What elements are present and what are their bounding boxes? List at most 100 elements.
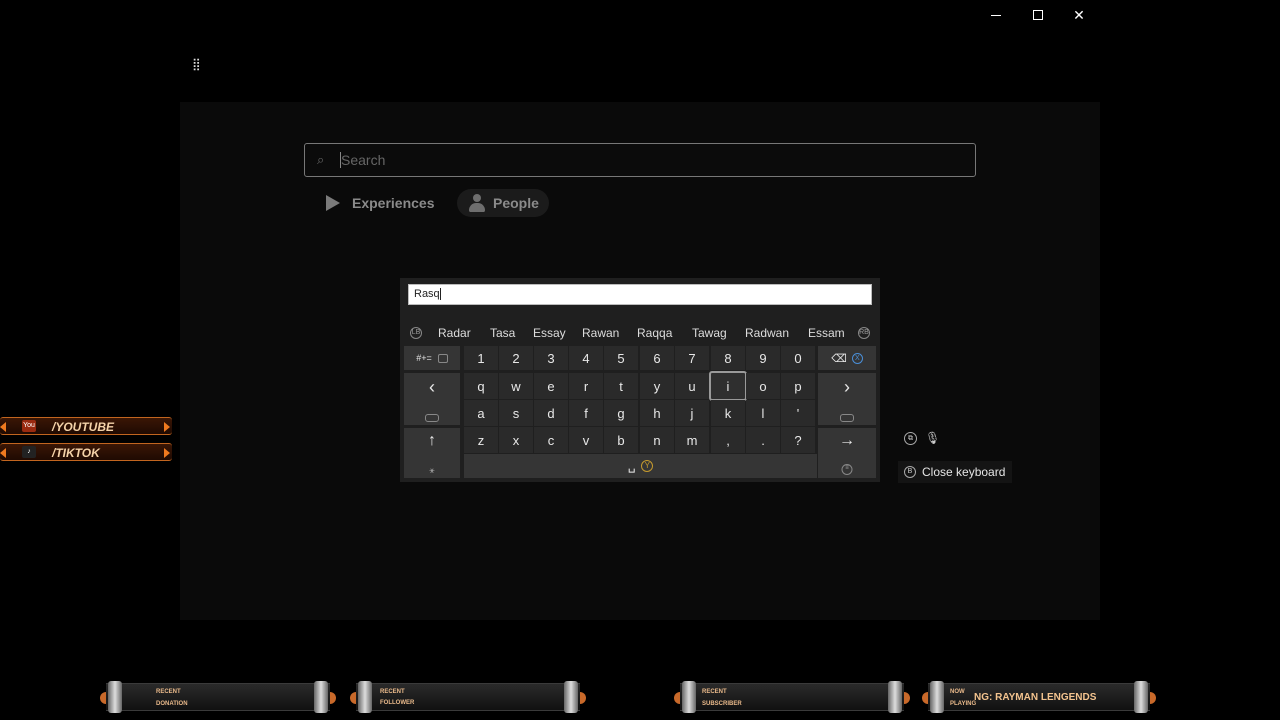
key-r[interactable]: r (569, 373, 603, 399)
key-1[interactable]: 1 (464, 346, 498, 370)
bar-cap-icon (682, 681, 696, 713)
backspace-key[interactable]: ⌫ X (818, 346, 876, 370)
key-v[interactable]: v (569, 427, 603, 453)
key-comma[interactable]: , (711, 427, 745, 453)
key-k[interactable]: k (711, 400, 745, 426)
bar-label-line1: RECENT (702, 689, 727, 695)
enter-key[interactable]: → ≡ (818, 428, 876, 478)
bar-label-line1: RECENT (156, 689, 181, 695)
bar-cap-icon (358, 681, 372, 713)
lt-hint-icon (437, 353, 448, 363)
bar-cap-icon (108, 681, 122, 713)
key-p[interactable]: p (781, 373, 815, 399)
key-i[interactable]: i (709, 371, 747, 401)
key-y[interactable]: y (640, 373, 674, 399)
close-button[interactable]: ✕ (1059, 4, 1099, 26)
key-question[interactable]: ? (781, 427, 815, 453)
tab-people[interactable]: People (457, 189, 549, 217)
key-b[interactable]: b (604, 427, 638, 453)
suggestion-next-icon[interactable]: RB (858, 327, 870, 339)
key-period[interactable]: . (746, 427, 780, 453)
suggestion-item[interactable]: Essay (533, 326, 566, 340)
close-icon: ✕ (1073, 7, 1085, 23)
suggestion-item[interactable]: Radar (438, 326, 471, 340)
key-4[interactable]: 4 (569, 346, 603, 370)
backspace-icon: ⌫ (831, 352, 847, 365)
key-d[interactable]: d (534, 400, 568, 426)
microphone-icon[interactable]: 🎙 (925, 431, 940, 445)
lb-hint-icon (425, 414, 439, 422)
bar-cap-icon (888, 681, 902, 713)
key-j[interactable]: j (675, 400, 709, 426)
key-8[interactable]: 8 (711, 346, 745, 370)
cursor-right-key[interactable]: › (818, 373, 876, 425)
menu-grid-icon[interactable]: ⣿ (192, 57, 204, 71)
symbols-key[interactable]: #+= (404, 346, 460, 370)
keyboard-text-field[interactable]: Rasq (408, 284, 872, 305)
key-w[interactable]: w (499, 373, 533, 399)
bar-label-line2: FOLLOWER (380, 700, 415, 706)
suggestion-item[interactable]: Tawag (692, 326, 727, 340)
search-input[interactable] (341, 150, 941, 170)
youtube-label: /YOUTUBE (52, 420, 115, 434)
suggestion-prev-icon[interactable]: LB (410, 327, 422, 339)
close-keyboard-button[interactable]: B Close keyboard (898, 461, 1012, 483)
suggestion-item[interactable]: Rawan (582, 326, 619, 340)
chevron-left-icon: ‹ (429, 377, 435, 397)
key-q[interactable]: q (464, 373, 498, 399)
tab-experiences[interactable]: Experiences (320, 189, 440, 217)
key-0[interactable]: 0 (781, 346, 815, 370)
key-apostrophe[interactable]: ' (781, 400, 815, 426)
on-screen-keyboard: Rasq LB Radar Tasa Essay Rawan Raqqa Taw… (400, 278, 880, 482)
bar-cap-icon (930, 681, 944, 713)
key-u[interactable]: u (675, 373, 709, 399)
view-button-icon[interactable]: ⧉ (904, 431, 917, 445)
now-playing-value: NG: RAYMAN LENGENDS (974, 692, 1097, 703)
key-5[interactable]: 5 (604, 346, 638, 370)
suggestion-item[interactable]: Raqqa (637, 326, 672, 340)
search-bar[interactable]: ⌕ (304, 143, 976, 177)
bar-label-line1: RECENT (380, 689, 405, 695)
x-button-hint-icon: X (851, 352, 863, 364)
app-header: ⣿ (180, 30, 1100, 102)
key-l[interactable]: l (746, 400, 780, 426)
bar-cap-icon (1134, 681, 1148, 713)
shift-key[interactable]: ↑ ⚹ (404, 428, 460, 478)
tiktok-logo-icon: ♪ (22, 446, 36, 458)
suggestion-item[interactable]: Tasa (490, 326, 515, 340)
arrow-left-icon (0, 422, 6, 432)
key-z[interactable]: z (464, 427, 498, 453)
maximize-button[interactable] (1018, 4, 1058, 26)
key-s[interactable]: s (499, 400, 533, 426)
key-6[interactable]: 6 (640, 346, 674, 370)
cursor-left-key[interactable]: ‹ (404, 373, 460, 425)
bar-cap-icon (314, 681, 328, 713)
bar-label-line2: PLAYING (950, 701, 977, 707)
key-h[interactable]: h (640, 400, 674, 426)
suggestion-item[interactable]: Radwan (745, 326, 789, 340)
key-m[interactable]: m (675, 427, 709, 453)
ls-hint-icon: ⚹ (429, 465, 435, 475)
key-3[interactable]: 3 (534, 346, 568, 370)
key-t[interactable]: t (604, 373, 638, 399)
person-icon (469, 194, 485, 212)
key-c[interactable]: c (534, 427, 568, 453)
space-key[interactable]: ␣ Y (464, 454, 817, 478)
key-g[interactable]: g (604, 400, 638, 426)
bar-cap-icon (564, 681, 578, 713)
suggestion-item[interactable]: Essam (808, 326, 845, 340)
menu-hint-icon: ≡ (841, 464, 853, 475)
key-x[interactable]: x (499, 427, 533, 453)
key-e[interactable]: e (534, 373, 568, 399)
key-9[interactable]: 9 (746, 346, 780, 370)
minimize-button[interactable] (977, 4, 1017, 26)
maximize-icon (1033, 10, 1043, 20)
key-7[interactable]: 7 (675, 346, 709, 370)
tab-people-label: People (493, 195, 539, 211)
key-2[interactable]: 2 (499, 346, 533, 370)
key-o[interactable]: o (746, 373, 780, 399)
key-f[interactable]: f (569, 400, 603, 426)
key-n[interactable]: n (640, 427, 674, 453)
key-a[interactable]: a (464, 400, 498, 426)
recent-donation-bar: RECENT DONATION (100, 681, 336, 713)
